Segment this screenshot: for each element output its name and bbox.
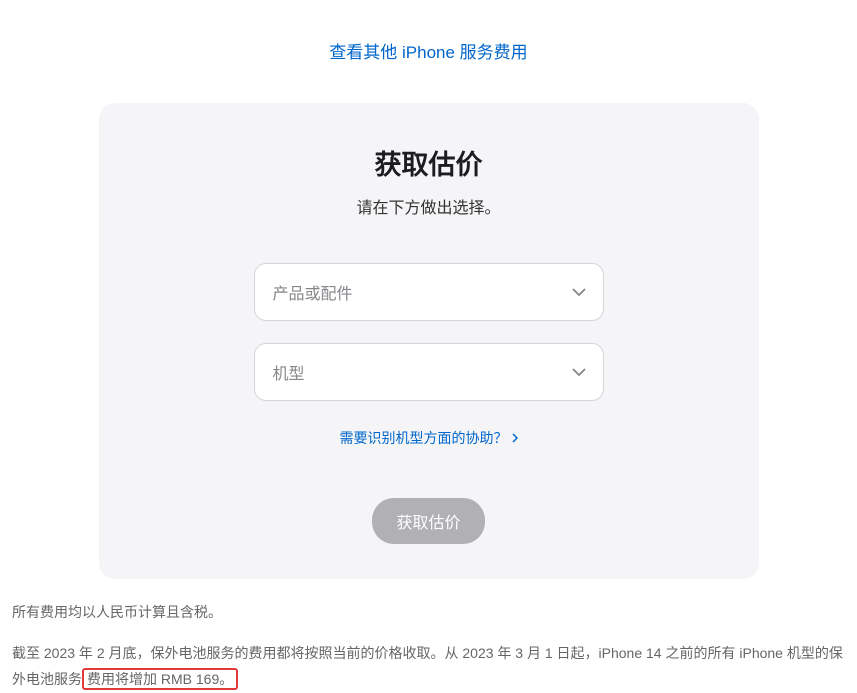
help-link-text: 需要识别机型方面的协助？ xyxy=(340,428,508,448)
card-title: 获取估价 xyxy=(129,143,729,182)
product-select-placeholder: 产品或配件 xyxy=(273,280,353,304)
card-subtitle: 请在下方做出选择。 xyxy=(129,194,729,218)
identify-model-help-link[interactable]: 需要识别机型方面的协助？ xyxy=(340,428,518,448)
chevron-right-icon xyxy=(512,430,518,446)
model-select-wrap: 机型 xyxy=(254,343,604,401)
price-increase-highlight: 费用将增加 RMB 169。 xyxy=(82,668,238,690)
get-estimate-button[interactable]: 获取估价 xyxy=(372,498,484,544)
model-select-placeholder: 机型 xyxy=(273,360,305,384)
footer-line-2: 截至 2023 年 2 月底，保外电池服务的费用都将按照当前的价格收取。从 20… xyxy=(12,640,845,693)
footer-line-1: 所有费用均以人民币计算且含税。 xyxy=(12,599,845,626)
footer-notes: 所有费用均以人民币计算且含税。 截至 2023 年 2 月底，保外电池服务的费用… xyxy=(0,579,857,693)
submit-row: 获取估价 xyxy=(129,498,729,544)
product-select[interactable]: 产品或配件 xyxy=(254,263,604,321)
top-link-container: 查看其他 iPhone 服务费用 xyxy=(0,0,857,73)
model-select[interactable]: 机型 xyxy=(254,343,604,401)
product-select-wrap: 产品或配件 xyxy=(254,263,604,321)
footer-line-2-part2: 务 xyxy=(68,671,82,687)
estimate-card: 获取估价 请在下方做出选择。 产品或配件 机型 需要识别机型方面的协助？ 获取估… xyxy=(99,103,759,579)
other-services-link[interactable]: 查看其他 iPhone 服务费用 xyxy=(329,43,527,62)
